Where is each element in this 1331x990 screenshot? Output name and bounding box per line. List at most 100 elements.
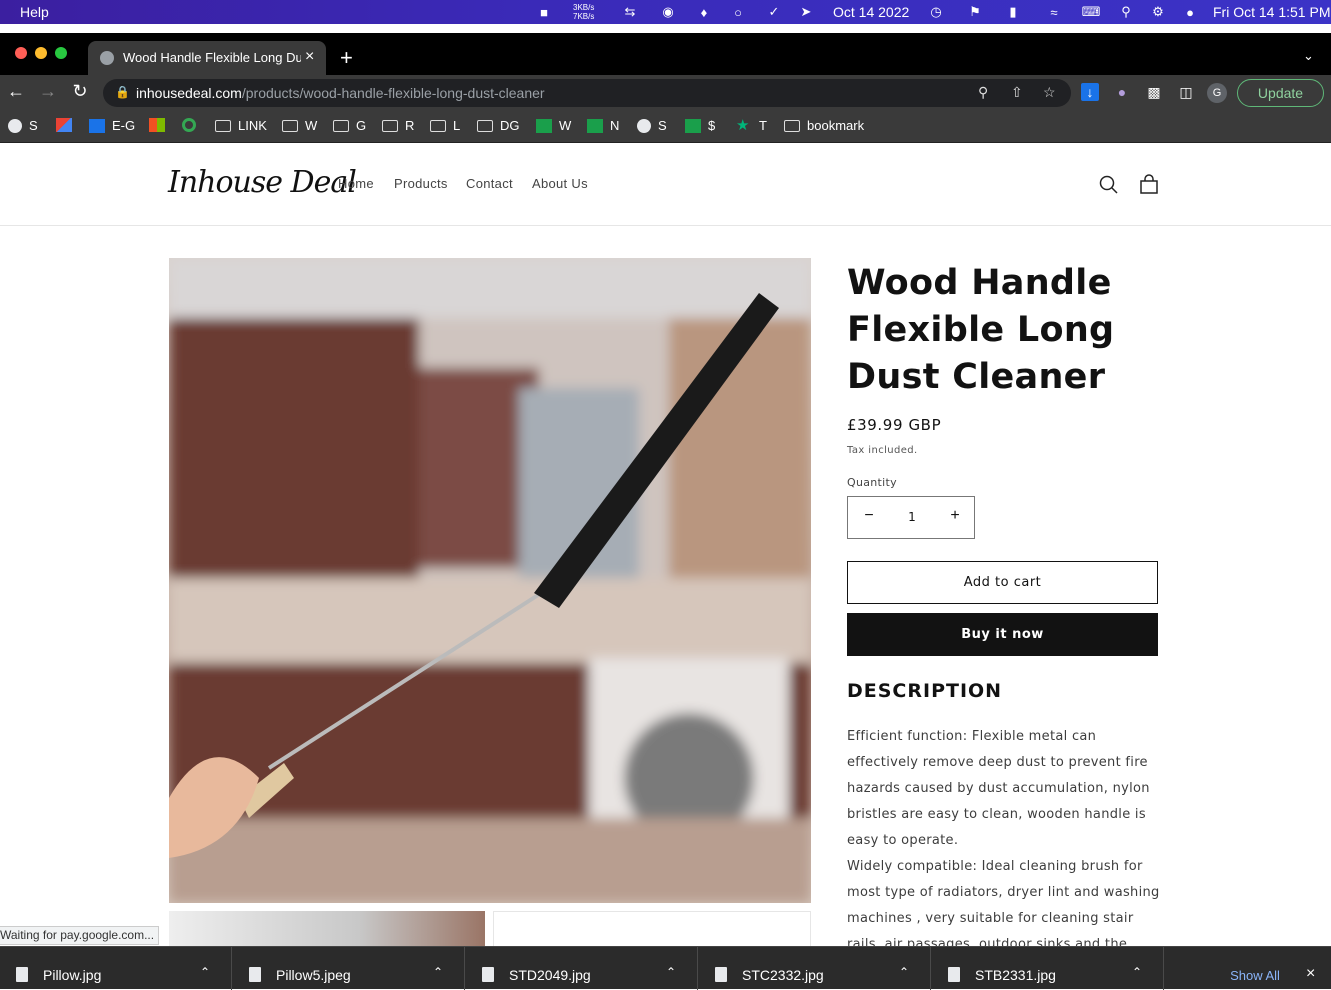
globe-icon [8,118,22,133]
download-item[interactable]: STB2331.jpg ⌃ [932,947,1164,990]
bookmark-folder[interactable]: W [282,118,317,133]
quantity-input[interactable]: 1 [888,510,936,524]
chevron-up-icon[interactable]: ⌃ [1132,965,1142,979]
download-item[interactable]: Pillow.jpg ⌃ [0,947,232,990]
file-icon [482,967,494,982]
us-flag-input-icon[interactable]: ⚑ [967,4,983,20]
help-menu[interactable]: Help [20,4,49,20]
nav-about-us[interactable]: About Us [532,176,588,191]
zoom-window-button[interactable] [55,47,67,59]
download-item[interactable]: STC2332.jpg ⌃ [699,947,931,990]
site-logo[interactable]: Inhouse Deal [168,165,357,200]
site-header: Inhouse Deal Home Products Contact About… [0,144,1331,226]
bookmark-folder[interactable]: bookmark [784,118,864,133]
cart-icon[interactable] [1138,174,1160,196]
bookmark-folder[interactable]: L [430,118,460,133]
wifi-icon[interactable]: ≈ [1046,4,1062,20]
folder-icon [215,119,231,132]
teamviewer-icon[interactable]: ⇆ [622,4,638,20]
wechat-icon[interactable]: ○ [730,4,746,20]
close-icon[interactable]: × [1306,965,1315,983]
nav-home[interactable]: Home [338,176,374,191]
address-bar[interactable]: 🔒 inhousedeal.com/products/wood-handle-f… [103,79,1071,107]
increase-quantity-button[interactable]: + [940,507,970,525]
bookmark-folder[interactable]: LINK [215,118,267,133]
extension-circle-icon[interactable]: ● [1113,83,1131,101]
bookmark-item[interactable]: S [637,118,667,133]
keyboard-icon[interactable]: ⌨ [1082,4,1101,20]
browser-tab-active[interactable]: Wood Handle Flexible Long Dust Cleaner × [88,41,326,75]
bookmark-item[interactable]: $ [685,118,715,133]
download-item[interactable]: Pillow5.jpeg ⌃ [233,947,465,990]
folder-icon [333,119,349,132]
menubar-clock[interactable]: Fri Oct 14 1:51 PM [1213,4,1330,20]
bookmark-item[interactable]: S [8,118,38,133]
download-extension-icon[interactable]: ↓ [1081,83,1099,101]
extensions-puzzle-icon[interactable]: ▩ [1145,83,1163,101]
nav-contact[interactable]: Contact [466,176,513,191]
bookmark-folder[interactable]: DG [477,118,520,133]
notification-bell-icon[interactable]: ♦ [696,4,712,20]
bookmark-folder[interactable]: G [333,118,366,133]
bookmark-item[interactable]: E-G [89,118,135,133]
side-panel-icon[interactable]: ◫ [1177,83,1195,101]
folder-icon [784,119,800,132]
spotlight-search-icon[interactable]: ⚲ [1118,4,1134,20]
close-window-button[interactable] [15,47,27,59]
siri-icon[interactable]: ● [1182,4,1198,20]
bookmarks-bar: S E-G LINK W G R L DG W N S $ ★ T bookmar… [0,111,1331,143]
send-icon[interactable]: ➤ [798,4,814,20]
reload-icon[interactable]: ↻ [68,81,92,102]
download-filename: STC2332.jpg [742,967,824,983]
file-icon [948,967,960,982]
update-button[interactable]: Update [1237,79,1324,107]
bookmark-item[interactable]: N [587,118,619,133]
product-thumbnail[interactable] [169,911,485,951]
bookmark-folder[interactable]: R [382,118,414,133]
star-icon: ★ [736,116,750,134]
tab-search-chevron-icon[interactable]: ⌄ [1303,48,1314,64]
back-arrow-icon[interactable]: ← [4,81,28,102]
product-main-image[interactable] [169,258,811,903]
chevron-up-icon[interactable]: ⌃ [200,965,210,979]
zoom-icon[interactable]: ⚲ [978,84,988,101]
control-center-icon[interactable]: ⚙ [1150,4,1166,20]
share-icon[interactable]: ⇧ [1011,84,1023,101]
bookmark-item[interactable]: W [536,118,571,133]
menubar-date[interactable]: Oct 14 2022 [833,4,909,20]
buy-now-button[interactable]: Buy it now [847,613,1158,656]
bear-app-icon[interactable]: ◉ [660,4,676,20]
search-icon[interactable] [1098,174,1120,196]
profile-avatar[interactable]: G [1207,83,1227,103]
chevron-up-icon[interactable]: ⌃ [666,965,676,979]
decrease-quantity-button[interactable]: − [854,507,884,525]
chevron-up-icon[interactable]: ⌃ [899,965,909,979]
bookmark-item[interactable]: ★ T [736,116,767,134]
tab-close-icon[interactable]: × [305,48,314,66]
minimize-window-button[interactable] [35,47,47,59]
description-paragraph: Efficient function: Flexible metal can e… [847,729,1150,848]
bookmark-star-icon[interactable]: ☆ [1043,84,1056,101]
bookmark-item[interactable] [149,118,172,132]
nav-products[interactable]: Products [394,176,448,191]
chevron-up-icon[interactable]: ⌃ [433,965,443,979]
address-url[interactable]: inhousedeal.com/products/wood-handle-fle… [136,85,545,101]
show-all-downloads-button[interactable]: Show All [1215,965,1295,987]
downloads-shelf: Pillow.jpg ⌃ Pillow5.jpeg ⌃ STD2049.jpg … [0,946,1331,990]
time-machine-icon[interactable]: ◷ [928,4,944,20]
folder-icon [382,119,398,132]
forward-arrow-icon[interactable]: → [36,81,60,102]
bookmark-item[interactable] [56,118,79,132]
file-icon [249,967,261,982]
tasks-check-icon[interactable]: ✓ [766,4,782,20]
cat-app-icon[interactable]: ■ [536,4,552,20]
new-tab-button[interactable]: + [340,45,353,71]
download-filename: Pillow5.jpeg [276,967,351,983]
bookmark-item[interactable] [182,118,203,132]
product-thumbnail[interactable] [493,911,811,951]
battery-icon[interactable]: ▮ [1005,4,1021,20]
add-to-cart-button[interactable]: Add to cart [847,561,1158,604]
download-item[interactable]: STD2049.jpg ⌃ [466,947,698,990]
tax-note: Tax included. [847,445,918,456]
lock-icon[interactable]: 🔒 [115,85,130,99]
